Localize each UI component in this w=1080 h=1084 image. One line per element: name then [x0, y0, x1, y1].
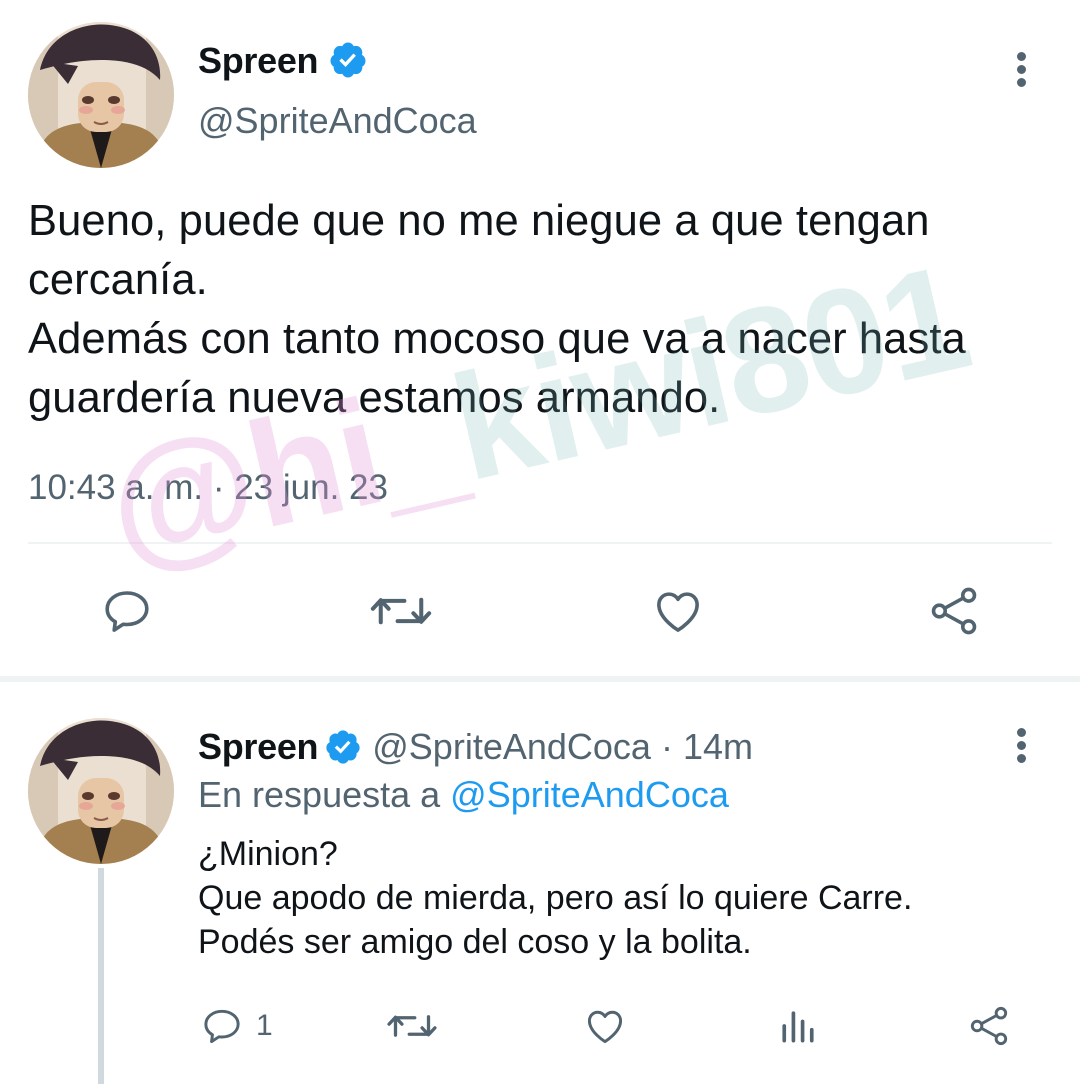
share-button[interactable]: [966, 1004, 1012, 1048]
like-button[interactable]: [582, 1004, 628, 1048]
avatar[interactable]: [28, 718, 174, 864]
author-handle[interactable]: @SpriteAndCoca: [372, 726, 651, 768]
reply-tweet[interactable]: Spreen @SpriteAndCoca · 14m En respuesta…: [0, 682, 1080, 1084]
tweet-timestamp[interactable]: 10:43 a. m. · 23 jun. 23: [28, 468, 388, 508]
reply-icon: [204, 1009, 240, 1044]
reply-button[interactable]: [100, 584, 154, 638]
retweet-button[interactable]: [386, 1004, 438, 1048]
avatar[interactable]: [28, 22, 174, 168]
analytics-icon: [782, 1011, 814, 1043]
more-options-icon[interactable]: [1011, 728, 1031, 768]
tweet-text: Bueno, puede que no me niegue a que teng…: [28, 197, 966, 422]
avatar-illustration: [28, 22, 174, 168]
retweet-icon: [370, 597, 432, 625]
retweet-button[interactable]: [368, 584, 434, 638]
replying-to: En respuesta a @SpriteAndCoca: [198, 774, 729, 816]
share-button[interactable]: [926, 584, 982, 638]
verified-badge-icon: [326, 730, 360, 764]
retweet-icon: [387, 1015, 437, 1037]
share-icon: [931, 587, 977, 635]
author-handle[interactable]: @SpriteAndCoca: [198, 100, 477, 142]
share-icon: [970, 1006, 1008, 1046]
divider: [28, 542, 1052, 544]
mention-link[interactable]: @SpriteAndCoca: [450, 774, 729, 815]
twitter-thread-screen: Spreen @SpriteAndCoca Bueno, puede que n…: [0, 0, 1080, 1084]
like-icon: [587, 1010, 623, 1044]
thread-line: [98, 868, 104, 1084]
avatar-illustration: [28, 718, 174, 864]
reply-icon: [105, 591, 149, 632]
like-button[interactable]: [650, 584, 706, 638]
verified-badge-icon: [330, 42, 366, 78]
author-name[interactable]: Spreen: [198, 726, 319, 768]
separator-dot: ·: [660, 726, 673, 767]
main-tweet: Spreen @SpriteAndCoca Bueno, puede que n…: [0, 0, 1080, 676]
view-analytics-button[interactable]: [776, 1004, 820, 1048]
reply-count: 1: [256, 1009, 273, 1042]
reply-button[interactable]: 1: [200, 1004, 273, 1048]
more-options-icon[interactable]: [1011, 52, 1031, 92]
like-icon: [657, 592, 699, 632]
author-name[interactable]: Spreen: [198, 40, 319, 82]
tweet-text: ¿Minion? Que apodo de mierda, pero así l…: [198, 835, 913, 961]
replying-prefix: En respuesta a: [198, 774, 441, 815]
reply-header: Spreen @SpriteAndCoca · 14m: [198, 726, 753, 768]
tweet-time[interactable]: 14m: [683, 726, 753, 768]
